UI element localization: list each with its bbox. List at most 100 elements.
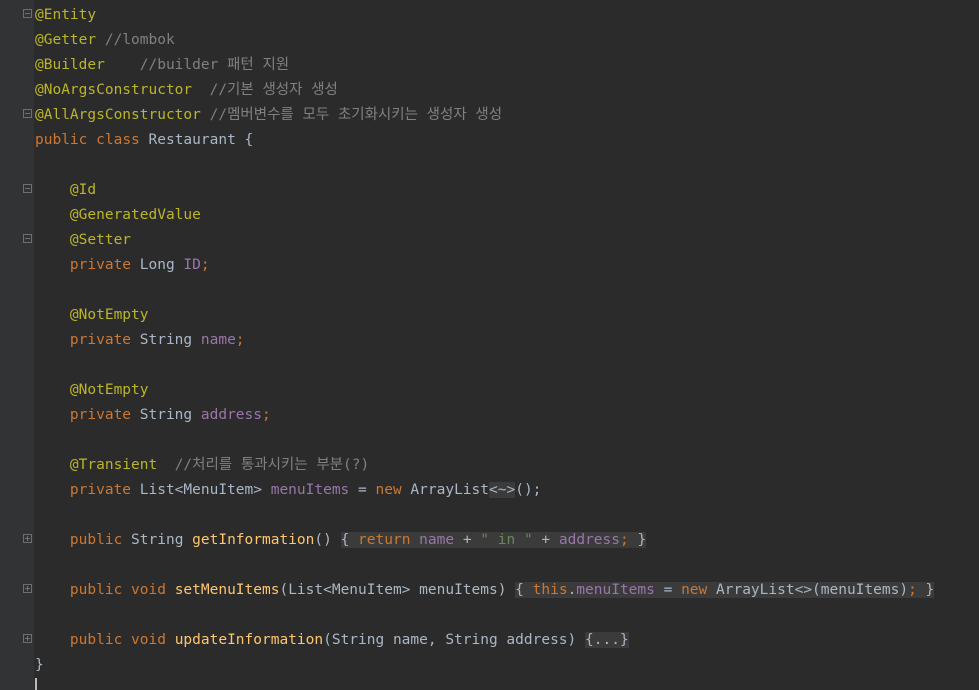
code-area[interactable]: @Entity @Getter //lombok @Builder //buil… [35, 3, 979, 678]
annotation: @NotEmpty [69, 382, 149, 398]
type: Long [131, 257, 184, 273]
code-line: @AllArgsConstructor //멤버변수를 모두 초기화시키는 생성… [35, 103, 979, 128]
field-name: name [200, 332, 236, 348]
empty-line [35, 503, 979, 528]
brace: } [628, 532, 647, 548]
code-line: private Long ID; [35, 253, 979, 278]
annotation: @Transient [69, 457, 158, 473]
comment: //lombok [96, 32, 175, 48]
code-line: @NotEmpty [35, 378, 979, 403]
semicolon: ; [235, 332, 245, 348]
annotation: @Getter [35, 32, 97, 48]
keyword: return [358, 532, 411, 548]
method-name: updateInformation [174, 632, 324, 648]
empty-line [35, 278, 979, 303]
type: List<MenuItem> [131, 482, 271, 498]
code-line: public void setMenuItems(List<MenuItem> … [35, 578, 979, 603]
class-declaration: Restaurant { [139, 132, 254, 148]
editor-gutter: − − − − + + + [0, 0, 34, 690]
keyword: private [69, 257, 132, 273]
annotation: @AllArgsConstructor [35, 107, 201, 123]
expand-fold-icon[interactable]: + [23, 534, 32, 543]
text-caret [35, 678, 37, 690]
field-name: ID [183, 257, 201, 273]
keyword: class [96, 132, 140, 148]
code-line: public class Restaurant { [35, 128, 979, 153]
folded-method-body[interactable]: { this.menuItems = new ArrayList<>(menuI… [515, 582, 935, 598]
folded-method-body[interactable]: { return name + " in " + address; } [340, 532, 647, 548]
collapsed-code-block[interactable]: {...} [585, 632, 629, 648]
code-line: @Getter //lombok [35, 28, 979, 53]
empty-line [35, 603, 979, 628]
code-line: private String name; [35, 328, 979, 353]
code-line: @NoArgsConstructor //기본 생성자 생성 [35, 78, 979, 103]
keyword: public [69, 632, 123, 648]
expand-fold-icon[interactable]: + [23, 584, 32, 593]
keyword: this [532, 582, 568, 598]
keyword: void [122, 632, 166, 648]
fold-toggle-icon[interactable]: − [23, 234, 32, 243]
code-line: @Setter [35, 228, 979, 253]
keyword: new [681, 582, 708, 598]
code-line: private List<MenuItem> menuItems = new A… [35, 478, 979, 503]
field-name: menuItems [576, 582, 655, 598]
keyword: public [69, 532, 123, 548]
parameters: (List<MenuItem> menuItems) [279, 582, 516, 598]
fold-toggle-icon[interactable]: − [23, 109, 32, 118]
brace: { [340, 532, 359, 548]
parameters: (String name, String address) [323, 632, 586, 648]
method-name: setMenuItems [174, 582, 280, 598]
annotation: @Setter [69, 232, 132, 248]
field-name: menuItems [270, 482, 350, 498]
field-name: address [200, 407, 262, 423]
code-line: private String address; [35, 403, 979, 428]
code-line: @NotEmpty [35, 303, 979, 328]
string-literal: " in " [480, 532, 533, 548]
keyword: private [69, 407, 132, 423]
annotation: @Id [69, 182, 97, 198]
expression: ArrayList<>(menuItems) [707, 582, 909, 598]
field-name: name [419, 532, 455, 548]
keyword: new [375, 482, 402, 498]
code-editor[interactable]: − − − − + + + @Entity @Getter //lombok @… [0, 0, 979, 690]
operator: = [349, 482, 376, 498]
comment: //처리를 통과시키는 부분(?) [157, 457, 370, 473]
expand-fold-icon[interactable]: + [23, 634, 32, 643]
empty-line [35, 153, 979, 178]
code-line: @Id [35, 178, 979, 203]
annotation: @GeneratedValue [69, 207, 201, 223]
class-name: ArrayList [401, 482, 490, 498]
annotation: @Entity [35, 7, 97, 23]
type: String [131, 407, 201, 423]
dot: . [567, 582, 577, 598]
code-line: } [35, 653, 979, 678]
keyword: private [69, 482, 132, 498]
call-end: (); [515, 482, 542, 498]
annotation: @NoArgsConstructor [35, 82, 193, 98]
brace: } [916, 582, 935, 598]
comment: //멤버변수를 모두 초기화시키는 생성자 생성 [200, 107, 503, 123]
folded-diamond[interactable]: <~> [489, 482, 516, 498]
keyword: public [35, 132, 88, 148]
code-line: @Builder //builder 패턴 지원 [35, 53, 979, 78]
keyword: public [69, 582, 123, 598]
operator: + [454, 532, 481, 548]
annotation: @Builder [35, 57, 105, 73]
code-line: public void updateInformation(String nam… [35, 628, 979, 653]
method-name: getInformation [192, 532, 315, 548]
fold-toggle-icon[interactable]: − [23, 9, 32, 18]
empty-line [35, 428, 979, 453]
comment: //builder 패턴 지원 [104, 57, 290, 73]
parameters: () [314, 532, 341, 548]
type: String [131, 332, 201, 348]
closing-brace: } [35, 657, 44, 673]
operator: = [654, 582, 682, 598]
brace: { [515, 582, 533, 598]
keyword: void [122, 582, 166, 598]
fold-toggle-icon[interactable]: − [23, 184, 32, 193]
keyword: private [69, 332, 132, 348]
type: String [122, 532, 193, 548]
code-line: @Entity [35, 3, 979, 28]
